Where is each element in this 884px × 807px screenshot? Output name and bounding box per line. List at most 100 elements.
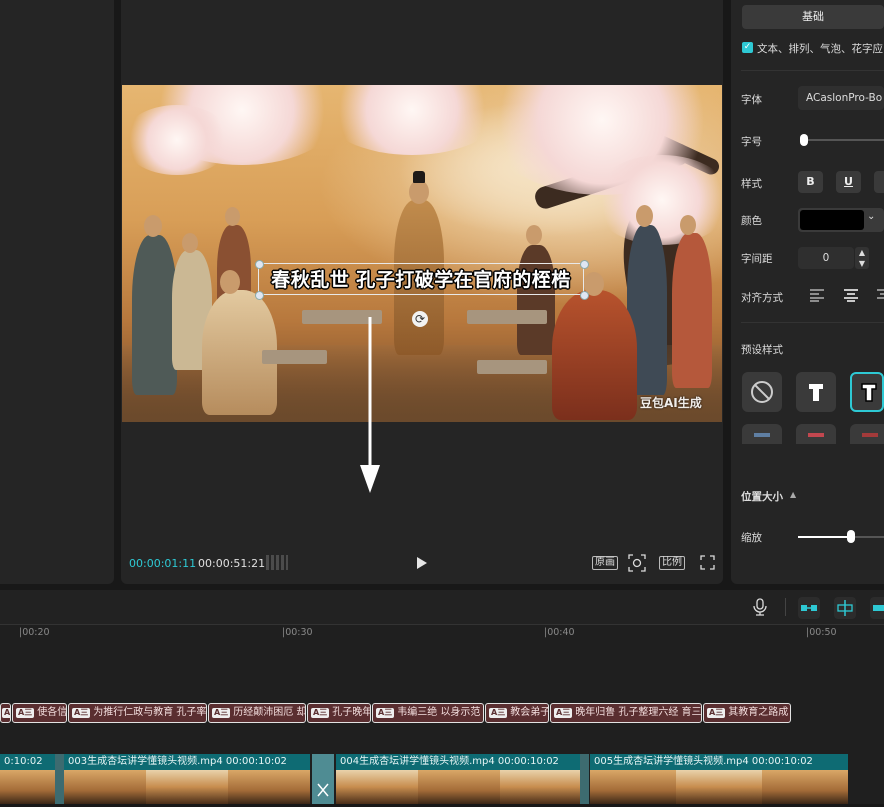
tab-basic[interactable]: 基础 (742, 5, 884, 29)
preset-blue[interactable] (742, 424, 782, 444)
text-clip[interactable]: A三 晚年归鲁 孔子整理六经 育三 (550, 703, 702, 723)
font-select[interactable]: ACaslonPro-Bo (798, 86, 884, 110)
text-clip-tag: A三 (16, 708, 35, 718)
color-swatch[interactable] (800, 210, 864, 230)
text-clip-tag: A三 (311, 708, 330, 718)
video-clip-duration: 00:00:10:02 (497, 756, 559, 767)
video-clip[interactable]: 003生成杏坛讲学懂镜头视频.mp4 00:00:10:02 (64, 754, 310, 804)
position-size-label[interactable]: 位置大小 (741, 489, 783, 504)
text-clip-label: 孔子晚年 (332, 707, 371, 718)
student-head (636, 205, 653, 227)
bold-button[interactable]: B (798, 171, 823, 193)
text-clip[interactable]: A三 为推行仁政与教育 孔子率 (68, 703, 207, 723)
preview-axis-icon[interactable] (870, 597, 884, 619)
fullscreen-icon[interactable] (700, 555, 715, 570)
aspect-ratio-button[interactable]: 比例 (659, 556, 685, 570)
clip-trim-handle[interactable] (55, 754, 64, 804)
scale-slider[interactable] (798, 530, 884, 543)
resize-handle[interactable] (580, 291, 589, 300)
text-clip[interactable]: A三 (0, 703, 11, 723)
clip-trim-handle[interactable] (580, 754, 589, 804)
underline-button[interactable]: U (836, 171, 861, 193)
align-center-icon[interactable] (843, 288, 859, 302)
time-tick: |00:20 (19, 627, 50, 638)
text-clip[interactable]: A三 使各信 (12, 703, 67, 723)
size-label: 字号 (741, 136, 762, 148)
collapse-icon[interactable]: ▲ (790, 490, 796, 499)
student-head (526, 225, 542, 245)
italic-button[interactable] (874, 171, 884, 193)
scale-slider-fill (798, 536, 852, 538)
resize-handle[interactable] (255, 291, 264, 300)
video-thumbnail (146, 770, 228, 804)
text-clip-label: 其教育之路成 (728, 707, 789, 718)
spacing-input[interactable]: 0 (798, 247, 854, 269)
subtitle-text[interactable]: 春秋乱世 孔子打破学在官府的桎梏 (258, 265, 584, 292)
preset-none[interactable] (742, 372, 782, 412)
blossom-cluster (322, 85, 502, 155)
text-clip-label: 历经颠沛困厄 却 (233, 707, 306, 718)
scale-slider-thumb[interactable] (847, 530, 856, 543)
text-clip-tag: A三 (554, 708, 573, 718)
preset-dark-red[interactable] (850, 424, 884, 444)
video-clip-duration: 00:00:10:02 (751, 756, 813, 767)
video-clip-name: 005生成杏坛讲学懂镜头视频.mp4 (594, 756, 749, 767)
video-clip-header: 004生成杏坛讲学懂镜头视频.mp4 00:00:10:02 (336, 754, 580, 770)
snap-icon[interactable] (834, 597, 856, 619)
microphone-icon[interactable] (752, 598, 768, 616)
text-clip-tag: A三 (212, 708, 231, 718)
text-clip[interactable]: A三 孔子晚年 (307, 703, 371, 723)
text-clip[interactable]: A三 历经颠沛困厄 却 (208, 703, 306, 723)
font-label: 字体 (741, 94, 762, 106)
video-clip-duration: 00:00:10:02 (225, 756, 287, 767)
transition-marker[interactable] (312, 754, 334, 804)
student-figure (517, 245, 555, 355)
spacing-label: 字间距 (741, 253, 773, 265)
video-thumbnail (590, 770, 676, 804)
color-picker[interactable]: ⌄ (798, 208, 884, 232)
rotate-icon[interactable]: ⟳ (412, 311, 428, 327)
transition-icon (317, 783, 329, 797)
time-tick: |00:50 (806, 627, 837, 638)
original-quality-button[interactable]: 原画 (592, 556, 618, 570)
play-icon[interactable] (414, 556, 428, 570)
waveform-icon[interactable] (266, 555, 288, 570)
student-head (225, 207, 240, 226)
chevron-down-icon[interactable]: ⌄ (867, 211, 875, 222)
student-head (182, 233, 198, 253)
video-clip[interactable]: 004生成杏坛讲学懂镜头视频.mp4 00:00:10:02 (336, 754, 580, 804)
video-clip[interactable]: 005生成杏坛讲学懂镜头视频.mp4 00:00:10:02 (590, 754, 848, 804)
link-clips-icon[interactable] (798, 597, 820, 619)
divider (741, 322, 884, 323)
text-clip-tag: A三 (376, 708, 395, 718)
blossom-cluster (122, 105, 232, 175)
stone-table (262, 350, 327, 364)
checkbox-checked-icon[interactable]: ✓ (742, 42, 753, 53)
text-clip-tag: A三 (489, 708, 508, 718)
text-clip[interactable]: A三 韦编三绝 以身示范 (372, 703, 484, 723)
toolbar-divider (785, 598, 786, 616)
preset-swatch (808, 433, 824, 437)
preset-red[interactable] (796, 424, 836, 444)
size-slider[interactable] (800, 134, 884, 146)
align-left-icon[interactable] (809, 288, 825, 302)
no-style-icon (751, 381, 773, 403)
video-clip[interactable]: 0:10:02 (0, 754, 55, 804)
student-figure (132, 235, 177, 395)
align-right-icon[interactable] (877, 288, 884, 302)
total-time: 00:00:51:21 (198, 557, 266, 570)
preset-plain-text[interactable] (796, 372, 836, 412)
text-clip-label: 韦编三绝 以身示范 (397, 707, 481, 718)
current-time: 00:00:01:11 (129, 557, 197, 570)
text-clip[interactable]: A三 教会弟子 (485, 703, 549, 723)
preset-outline-text[interactable] (850, 372, 884, 412)
media-panel (0, 0, 114, 584)
spacing-stepper[interactable]: ▲ ▼ (855, 247, 869, 269)
zoom-preview-icon[interactable] (628, 554, 646, 572)
video-thumbnail (762, 770, 848, 804)
video-preview[interactable] (122, 85, 722, 422)
size-slider-thumb[interactable] (800, 134, 809, 146)
video-clip-duration: 0:10:02 (4, 756, 43, 767)
text-clip[interactable]: A三 其教育之路成 (703, 703, 791, 723)
video-thumbnail (64, 770, 146, 804)
